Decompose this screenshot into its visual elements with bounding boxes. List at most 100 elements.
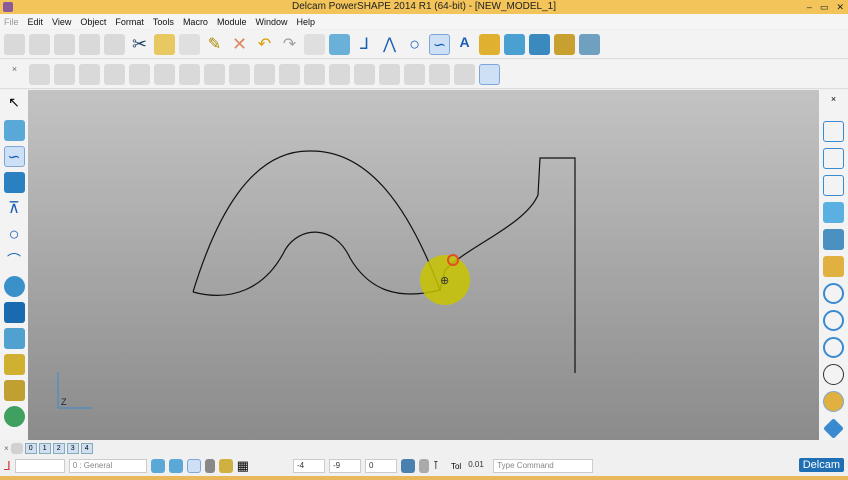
menu-help[interactable]: Help [297, 17, 316, 27]
edit-icon[interactable]: ✎ [204, 34, 225, 55]
view-top-icon[interactable] [823, 175, 844, 196]
globe-icon[interactable] [3, 406, 25, 427]
graphics-canvas[interactable]: ⊕ Z [28, 90, 819, 440]
curve-tool-icon[interactable] [379, 63, 400, 85]
curve-tool-icon[interactable] [54, 63, 75, 85]
circle-mode-icon[interactable]: ○ [4, 224, 25, 245]
sphere-icon[interactable] [3, 276, 25, 297]
curve-tool-icon[interactable] [129, 63, 150, 85]
clipboard-icon[interactable] [418, 459, 429, 473]
edit-text-icon[interactable] [304, 33, 325, 55]
curve-tool-icon[interactable] [154, 63, 175, 85]
shade-icon[interactable] [150, 459, 165, 473]
solid-model-icon[interactable] [504, 33, 525, 55]
tol-value[interactable]: 0.01 [465, 459, 489, 473]
shaded-icon[interactable] [823, 391, 844, 412]
workplane-icon[interactable]: ⅃ [354, 34, 375, 55]
cut-icon[interactable]: ✂ [129, 34, 150, 55]
diamond-view-icon[interactable] [823, 418, 844, 439]
shade-selected-icon[interactable] [186, 459, 201, 473]
shade-icon[interactable] [168, 459, 183, 473]
menu-file[interactable]: File [4, 17, 19, 27]
curve-icon[interactable]: ∽ [429, 33, 450, 55]
curve-tool-icon[interactable] [354, 63, 375, 85]
circle-icon[interactable]: ○ [404, 34, 425, 55]
curve-tool-icon[interactable] [279, 63, 300, 85]
curve-tool-icon[interactable] [204, 63, 225, 85]
curve-tool-icon[interactable] [79, 63, 100, 85]
close-button[interactable]: ✕ [836, 0, 844, 14]
layer-icon[interactable] [10, 442, 23, 454]
solid-icon[interactable] [329, 33, 350, 55]
x-coordinate[interactable]: -4 [292, 459, 325, 473]
save-icon[interactable] [79, 33, 100, 55]
view-front-icon[interactable] [823, 148, 844, 169]
close-icon[interactable]: × [4, 444, 9, 453]
workplane-select[interactable] [14, 459, 65, 473]
assembly-icon[interactable] [554, 33, 575, 55]
curve-tool-icon[interactable] [254, 63, 275, 85]
menu-format[interactable]: Format [115, 17, 144, 27]
curve-tool-icon[interactable] [429, 63, 450, 85]
delete-icon[interactable]: ✕ [229, 34, 250, 55]
paste-icon[interactable] [179, 33, 200, 55]
curve-tool-icon[interactable] [104, 63, 125, 85]
curve-tool-icon[interactable] [404, 63, 425, 85]
curve-tool-icon[interactable] [329, 63, 350, 85]
surface-mode-icon[interactable] [3, 172, 25, 193]
mesh-mode-icon[interactable] [3, 328, 25, 349]
curve-tool-selected-icon[interactable] [479, 63, 500, 85]
calculator-icon[interactable] [400, 459, 415, 473]
layer-4[interactable]: 4 [80, 442, 93, 454]
layer-3[interactable]: 3 [66, 442, 79, 454]
menu-window[interactable]: Window [255, 17, 287, 27]
curve-tool-icon[interactable] [29, 63, 50, 85]
grid-icon[interactable]: ▦ [237, 458, 249, 474]
redo-icon[interactable]: ↷ [279, 34, 300, 55]
open-icon[interactable] [29, 33, 50, 55]
menu-edit[interactable]: Edit [28, 17, 44, 27]
import-icon[interactable] [54, 33, 75, 55]
zoom-in-icon[interactable] [823, 283, 844, 304]
layer-2[interactable]: 2 [52, 442, 65, 454]
zoom-box-icon[interactable] [823, 337, 844, 358]
line-icon[interactable]: ⋀ [379, 34, 400, 55]
workplane-mode-icon[interactable]: ⊼ [4, 198, 25, 219]
minimize-button[interactable]: – [807, 0, 812, 14]
camera-icon[interactable] [823, 229, 844, 250]
menu-tools[interactable]: Tools [153, 17, 174, 27]
curve-tool-icon[interactable] [304, 63, 325, 85]
curve-tool-icon[interactable] [179, 63, 200, 85]
mesh-icon[interactable] [529, 33, 550, 55]
layer-0[interactable]: 0 [24, 442, 37, 454]
layer-1[interactable]: 1 [38, 442, 51, 454]
arc-icon[interactable]: ⌒ [4, 250, 25, 271]
electrode-icon[interactable] [3, 354, 25, 375]
curve-mode-icon[interactable]: ∽ [3, 146, 25, 167]
menu-view[interactable]: View [52, 17, 71, 27]
lock-icon[interactable] [204, 459, 215, 473]
new-icon[interactable] [4, 33, 25, 55]
menu-module[interactable]: Module [217, 17, 247, 27]
command-input[interactable]: Type Command [493, 459, 594, 473]
feature-icon[interactable] [3, 380, 25, 401]
curve-tool-icon[interactable] [229, 63, 250, 85]
y-coordinate[interactable]: -9 [328, 459, 361, 473]
close-toolbar-icon[interactable]: × [823, 94, 844, 115]
z-coordinate[interactable]: 0 [364, 459, 397, 473]
wizard-icon[interactable] [579, 33, 600, 55]
text-icon[interactable]: A [454, 34, 475, 55]
dynamic-select-icon[interactable] [3, 120, 25, 141]
close-toolbar-icon[interactable]: × [4, 64, 25, 85]
zoom-icon[interactable] [823, 256, 844, 277]
copy-icon[interactable] [154, 33, 175, 55]
menu-macro[interactable]: Macro [183, 17, 208, 27]
print-icon[interactable] [104, 33, 125, 55]
curve-tool-icon[interactable] [454, 63, 475, 85]
select-icon[interactable]: ↖ [4, 94, 25, 115]
view-iso-icon[interactable] [823, 121, 844, 142]
surface-icon[interactable] [479, 33, 500, 55]
wireframe-icon[interactable] [823, 364, 844, 385]
solid-mode-icon[interactable] [3, 302, 25, 323]
level-select[interactable]: 0 : General [68, 459, 147, 473]
